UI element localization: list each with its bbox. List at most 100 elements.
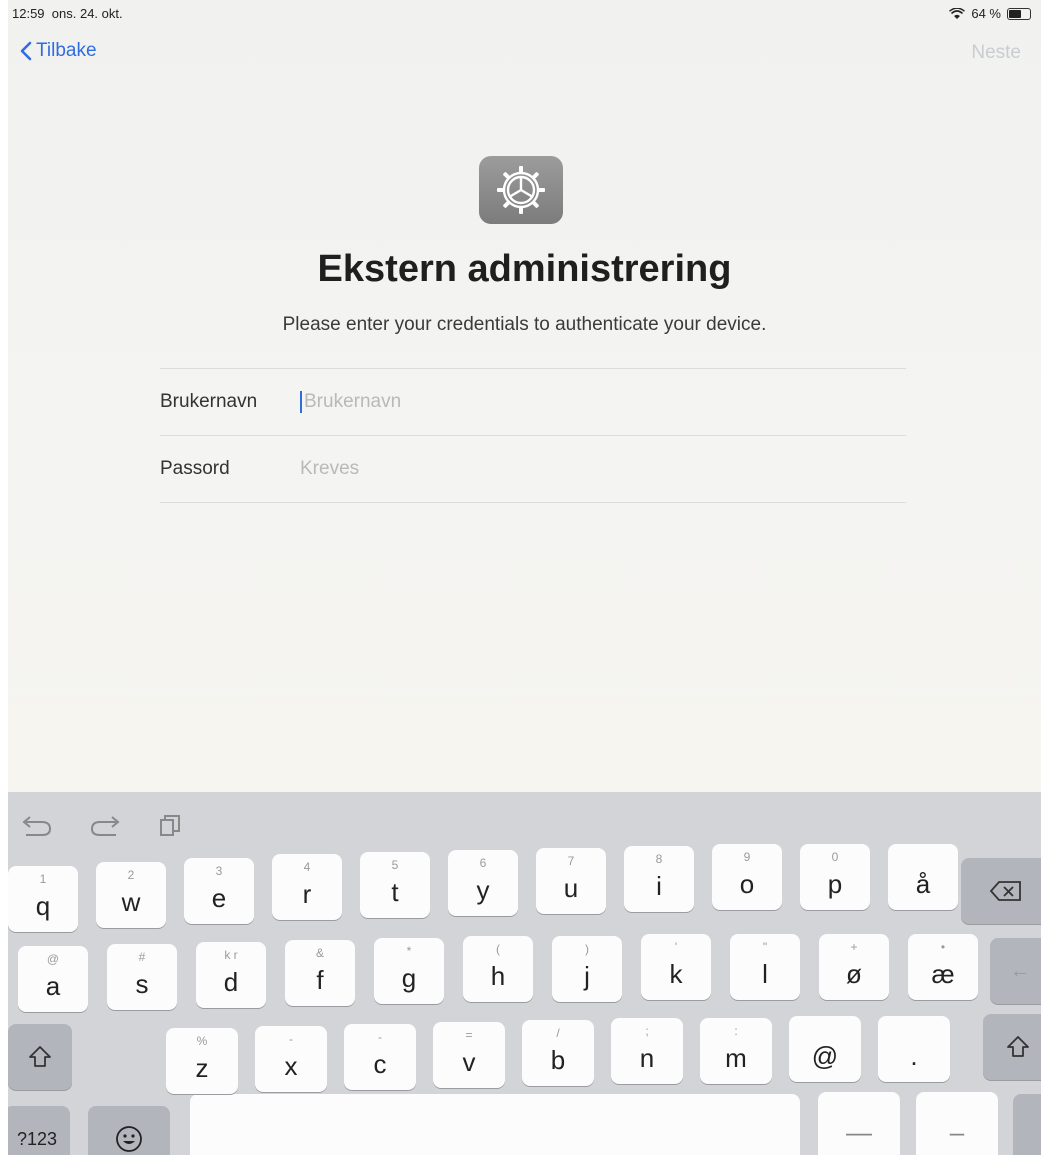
key-@[interactable]: @ [789,1016,861,1082]
key-d[interactable]: k r d [196,942,266,1008]
back-label: Tilbake [36,40,97,61]
shift-right-key[interactable] [983,1014,1041,1080]
key-o[interactable]: 9o [712,844,782,910]
status-right: 64 % [949,6,1031,21]
password-placeholder: Kreves [300,458,360,479]
dash-key[interactable]: — [818,1092,900,1155]
redo-icon[interactable] [88,814,124,838]
key-k[interactable]: ' k [641,934,711,1000]
key-hint: & [315,946,324,960]
key-g[interactable]: * g [374,938,444,1004]
key-r[interactable]: 4r [272,854,342,920]
key-hint: ; [645,1024,649,1038]
settings-gear-icon [479,156,563,224]
back-button[interactable]: Tilbake [20,40,97,62]
key-l[interactable]: " l [730,934,800,1000]
key-label: æ [931,958,955,989]
key-label: a [45,970,61,1001]
key-t[interactable]: 5t [360,852,430,918]
key-label: o [739,868,755,899]
shift-left-key[interactable] [8,1024,72,1090]
username-input[interactable]: Brukernavn [300,391,906,413]
key-i[interactable]: 8i [624,846,694,912]
key-label: g [401,962,417,993]
key-s[interactable]: # s [107,944,177,1010]
key-hint: = [465,1028,473,1042]
key-hint: 9 [743,850,751,864]
key-ø[interactable]: + ø [819,934,889,1000]
key-e[interactable]: 3e [184,858,254,924]
key-u[interactable]: 7u [536,848,606,914]
key-v[interactable]: = v [433,1022,505,1088]
key-label: f [316,964,324,995]
key-label: y [476,874,490,905]
key-label: h [490,960,506,991]
key-p[interactable]: 0p [800,844,870,910]
undo-icon[interactable] [18,814,54,838]
key-å[interactable]: å [888,844,958,910]
key-x[interactable]: -x [255,1026,327,1092]
key-label: z [195,1052,209,1083]
key-n[interactable]: ; n [611,1018,683,1084]
key-hint: - [289,1032,293,1046]
key-.[interactable]: . [878,1016,950,1082]
key-label: b [550,1044,566,1075]
key-a[interactable]: @ a [18,946,88,1012]
key-hint: 5 [391,858,399,872]
key-label: r [302,878,312,909]
key-hint: ) [585,942,589,956]
key-label: x [284,1050,298,1081]
key-y[interactable]: 6y [448,850,518,916]
return-key[interactable]: ← [990,938,1041,1004]
key-label: t [391,876,399,907]
en-dash-key[interactable]: – [916,1092,998,1155]
status-bar: 12:59 ons. 24. okt. 64 % [8,6,1041,24]
key-hint: * [406,944,412,958]
key-label: v [462,1046,476,1077]
clipboard-icon[interactable] [158,814,182,838]
key-label: l [762,958,768,989]
key-label: s [135,968,149,999]
key-label: n [639,1042,655,1073]
key-hint: 6 [479,856,487,870]
emoji-icon [116,1126,142,1152]
username-label: Brukernavn [160,391,258,412]
key-label: k [669,958,683,989]
battery-percent: 64 % [971,6,1001,21]
emoji-key[interactable] [88,1106,170,1155]
key-hint: / [556,1026,560,1040]
key-j[interactable]: ) j [552,936,622,1002]
key-label: å [915,868,931,899]
key-hint: 4 [303,860,311,874]
keyboard-toolbar [18,814,182,838]
key-label: j [584,960,590,991]
divider [160,502,906,503]
space-key[interactable] [190,1094,800,1155]
key-h[interactable]: (h [463,936,533,1002]
key-label: d [223,966,239,997]
key-hint: + [850,940,858,954]
numbers-key[interactable]: ?123 [8,1106,70,1155]
dismiss-keyboard-key[interactable] [1013,1094,1041,1155]
next-button[interactable]: Neste [971,42,1021,64]
key-f[interactable]: & f [285,940,355,1006]
delete-key[interactable] [961,858,1041,924]
keyboard: ← ?123 — – 1 q 2 w 3 e 4 r 5 t 6 y 7 u 8 i 9 o 0 p å @ a # s k rd… [8,792,1041,1155]
password-label: Passord [160,458,230,479]
key-hint: @ [46,952,60,966]
key-hint: • [940,940,946,954]
key-q[interactable]: 1q [8,866,78,932]
password-input[interactable]: Kreves [300,458,906,480]
key-hint: 2 [127,868,135,882]
key-w[interactable]: 2w [96,862,166,928]
username-row[interactable]: Brukernavn Brukernavn [160,369,906,435]
key-hint: k r [224,948,238,962]
key-z[interactable]: % z [166,1028,238,1094]
key-æ[interactable]: • æ [908,934,978,1000]
key-b[interactable]: / b [522,1020,594,1086]
key-m[interactable]: :m [700,1018,772,1084]
key-c[interactable]: -c [344,1024,416,1090]
key-label: q [35,890,51,921]
shift-icon [29,1046,51,1067]
password-row[interactable]: Passord Kreves [160,436,906,502]
